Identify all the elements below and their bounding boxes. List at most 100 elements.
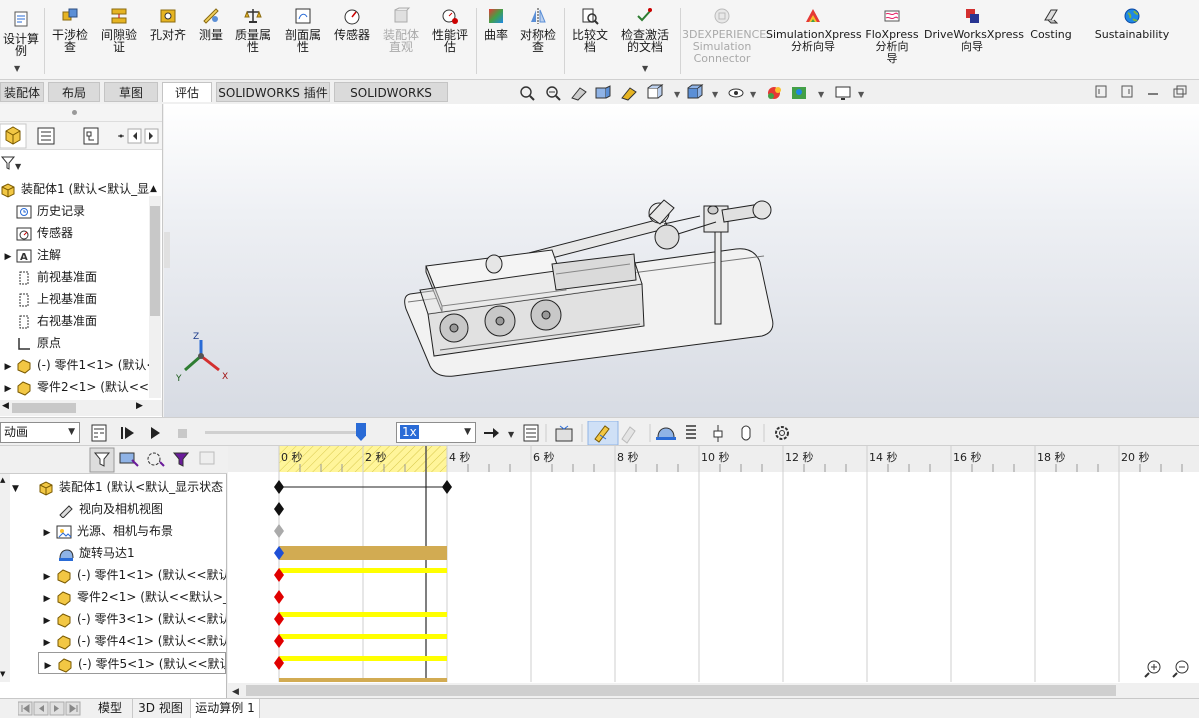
previous-view-icon[interactable] [571,87,587,101]
measure-button[interactable]: 测量 [194,6,228,41]
view-orientation-icon[interactable] [647,84,664,99]
tree-root-assembly[interactable]: 装配体1 (默认<默认_显示 [0,178,150,200]
tree-item-part2[interactable]: ▶ 零件2<1> (默认<<默 [0,376,150,398]
motion-tree-root[interactable]: ▼ 装配体1 (默认<默认_显示状态 [12,476,226,498]
expand-arrow-icon[interactable]: ▶ [38,566,56,586]
filter-results-icon[interactable] [172,452,190,467]
motion-tree-part5[interactable]: ▶ (-) 零件5<1> (默认<<默认 [38,652,226,674]
property-manager-tab-icon[interactable] [37,127,55,145]
tab-solidworks-addins[interactable]: SOLIDWORKS 插件 [216,82,330,102]
tab-evaluate[interactable]: 评估 [162,82,212,102]
tab-model[interactable]: 模型 [90,699,130,718]
tree-item-origin[interactable]: 原点 [16,332,150,354]
save-animation-icon[interactable] [523,424,539,442]
check-active-document-button[interactable]: 检查激活 的文档 [614,6,676,53]
chevron-down-icon[interactable]: ▼ [14,64,20,73]
chevron-up-icon[interactable]: ▲ [150,184,157,194]
motion-tree-rotary-motor[interactable]: 旋转马达1 [58,542,226,564]
playback-slider[interactable] [205,431,365,434]
scroll-left-icon[interactable] [127,128,142,144]
dynamic-annotation-icon[interactable] [621,87,637,101]
graphics-area[interactable]: Z Y X [164,104,1199,417]
playback-mode-icon[interactable]: ▼ [484,428,515,439]
motion-tree-part2[interactable]: ▶ 零件2<1> (默认<<默认>_ [38,586,226,608]
study-type-select[interactable]: 动画 ▼ [0,422,80,443]
simulationxpress-button[interactable]: SimulationXpress 分析向导 [766,6,862,53]
hole-alignment-button[interactable]: 孔对齐 [146,6,190,41]
timeline-ruler[interactable]: 0 秒 2 秒 4 秒 6 秒 8 秒 10 秒 12 秒 14 秒 16 秒 18 秒 20 秒 [228,446,1199,472]
tab-motion-study-1[interactable]: 运动算例 1 [190,699,260,718]
gear-icon[interactable] [775,426,789,440]
zoom-to-fit-icon[interactable] [520,86,535,101]
mass-properties-button[interactable]: 质量属 性 [230,6,276,53]
filter-driving-icon[interactable] [119,452,139,467]
tab-assembly[interactable]: 装配体 [0,82,44,102]
tree-item-history[interactable]: 历史记录 [16,200,150,222]
tab-3d-views[interactable]: 3D 视图 [132,699,188,718]
horizontal-scrollbar[interactable]: ◀ ▶ [0,400,162,416]
tab-solidworks-mbd[interactable]: SOLIDWORKS MBD [334,82,448,120]
vertical-scrollbar[interactable]: ▲ ▼ [0,474,10,682]
motion-timeline[interactable]: ◀ 0 秒 2 秒 4 秒 6 秒 8 秒 10 秒 12 秒 14 秒 16 秒 18 秒 20 … [228,446,1199,698]
filter-selected-icon[interactable] [147,452,165,467]
previous-tab-icon[interactable] [33,701,49,716]
last-tab-icon[interactable] [65,701,81,716]
motion-tree-lights[interactable]: ▶ 光源、相机与布景 [38,520,226,542]
calculate-icon[interactable] [91,424,107,442]
play-from-start-icon[interactable] [121,427,134,439]
zoom-to-area-icon[interactable] [546,86,561,101]
floxpress-button[interactable]: FloXpress 分析向 导 [862,6,922,65]
expand-arrow-icon[interactable]: ▶ [38,588,56,608]
edit-appearance-icon[interactable] [768,87,781,99]
view-settings-icon[interactable] [835,86,851,100]
tab-sketch[interactable]: 草图 [104,82,158,102]
stop-icon[interactable] [178,429,187,438]
zoom-out-icon[interactable] [1172,660,1189,678]
design-study-button[interactable]: 设计算 例 [0,10,42,57]
first-tab-icon[interactable] [18,701,33,716]
configuration-manager-tab-icon[interactable] [83,127,99,145]
collapse-arrow-icon[interactable]: ▼ [12,478,28,498]
apply-scene-icon[interactable] [792,87,806,99]
animation-wizard-icon[interactable] [555,425,573,442]
display-style-icon[interactable] [687,84,704,99]
3dexperience-simulation-connector-button[interactable]: 3DEXPERIENCE Simulation Connector [682,6,766,65]
expand-arrow-icon[interactable]: ▶ [0,356,16,376]
expand-arrow-icon[interactable]: ▶ [38,522,56,542]
vertical-scrollbar[interactable] [149,196,161,398]
restore-icon[interactable] [1095,85,1107,98]
tree-item-right-plane[interactable]: 右视基准面 [16,310,150,332]
motion-tree-part3[interactable]: ▶ (-) 零件3<1> (默认<<默认 [38,608,226,630]
playback-slider-thumb[interactable] [356,423,366,441]
expand-arrow-icon[interactable]: ▶ [39,655,57,673]
motion-tree-view-camera[interactable]: 视向及相机视图 [58,498,226,520]
expand-arrow-icon[interactable]: ▶ [0,246,16,266]
coordinate-triad[interactable] [184,340,220,372]
scroll-right-icon[interactable] [144,128,159,144]
tree-item-front-plane[interactable]: 前视基准面 [16,266,150,288]
zoom-in-icon[interactable] [1144,660,1161,678]
tree-item-sensors[interactable]: 传感器 [16,222,150,244]
expand-arrow-icon[interactable]: ▶ [38,632,56,652]
compare-documents-button[interactable]: 比较文 档 [568,6,612,53]
motion-tree-part4[interactable]: ▶ (-) 零件4<1> (默认<<默认 [38,630,226,652]
expand-arrow-icon[interactable]: ▶ [0,378,16,398]
performance-evaluation-button[interactable]: 性能评 估 [428,6,472,53]
dim-xpert-tab-icon[interactable] [118,134,124,138]
expand-arrow-icon[interactable]: ▶ [38,610,56,630]
motion-tree-part1[interactable]: ▶ (-) 零件1<1> (默认<<默认 [38,564,226,586]
symmetry-check-button[interactable]: 对称检 查 [516,6,560,53]
clearance-verification-button[interactable]: 间隙验 证 [96,6,142,53]
panel-splitter[interactable] [0,104,162,122]
scroll-left-icon[interactable]: ◀ [2,401,9,411]
sensor-button[interactable]: 传感器 [330,6,374,41]
motor-icon[interactable] [656,427,676,440]
driveworksxpress-button[interactable]: DriveWorksXpress 向导 [924,6,1024,53]
tree-item-top-plane[interactable]: 上视基准面 [16,288,150,310]
tab-layout[interactable]: 布局 [48,82,100,102]
maximize-icon[interactable] [1173,85,1187,98]
curvature-button[interactable]: 曲率 [480,6,512,41]
playback-speed-select[interactable]: 1x ▼ [396,422,476,443]
tile-icon[interactable] [1121,85,1133,98]
assembly-visualization-button[interactable]: 装配体 直观 [378,6,424,53]
